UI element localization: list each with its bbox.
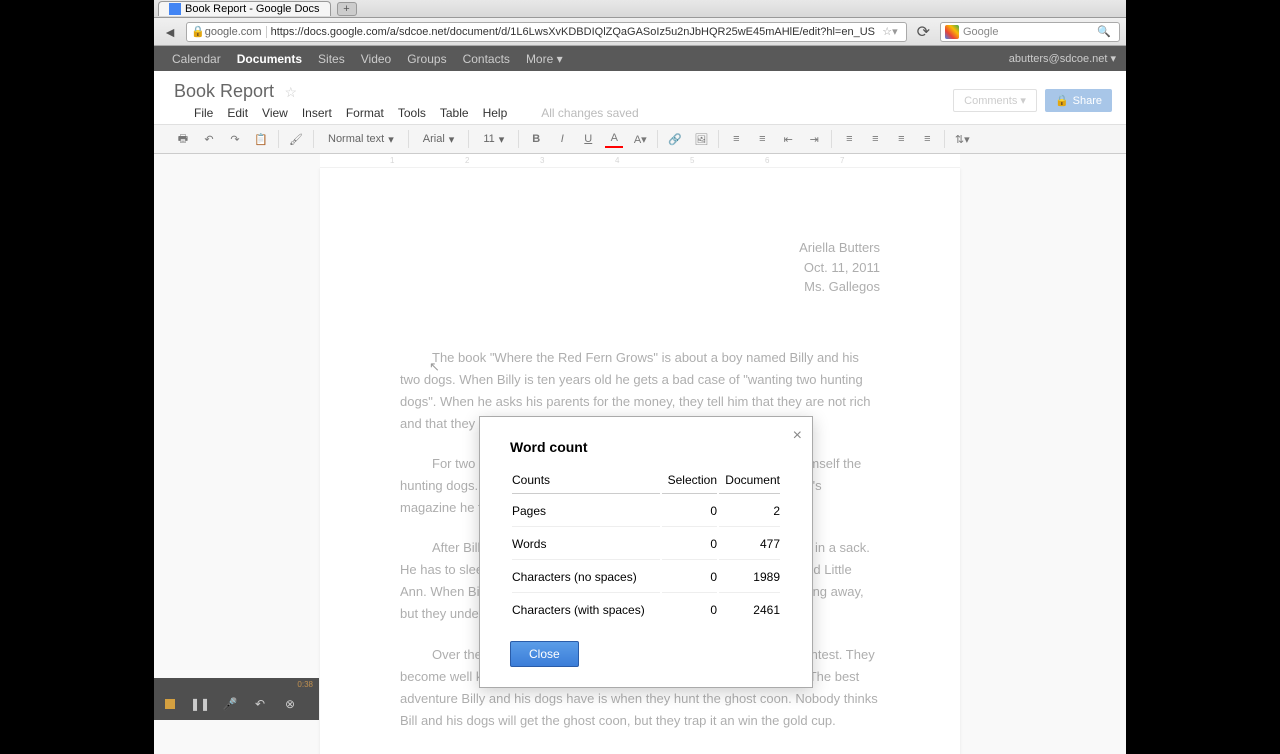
col-selection: Selection [662, 467, 717, 494]
recorder-time: 0:38 [297, 680, 313, 689]
browser-address-bar: ◄ 🔒 google.com https://docs.google.com/a… [154, 18, 1126, 46]
comments-button[interactable]: Comments ▾ [953, 89, 1037, 112]
menu-help[interactable]: Help [483, 106, 508, 120]
search-placeholder: Google [963, 26, 1097, 38]
line-spacing-icon[interactable]: ⇅▾ [953, 130, 971, 148]
indent-icon[interactable]: ⇥ [805, 130, 823, 148]
save-status: All changes saved [541, 106, 638, 120]
outdent-icon[interactable]: ⇤ [779, 130, 797, 148]
align-center-icon[interactable]: ≡ [866, 130, 884, 148]
gbar-more[interactable]: More ▾ [518, 52, 571, 66]
align-right-icon[interactable]: ≡ [892, 130, 910, 148]
gbar-contacts[interactable]: Contacts [455, 52, 518, 66]
col-counts: Counts [512, 467, 660, 494]
google-bar: Calendar Documents Sites Video Groups Co… [154, 46, 1126, 71]
table-row: Pages 0 2 [512, 496, 780, 527]
lock-icon: 🔒 [1055, 94, 1069, 107]
url-path: https://docs.google.com/a/sdcoe.net/docu… [271, 26, 879, 38]
browser-search-input[interactable]: Google 🔍 [940, 22, 1120, 42]
menu-edit[interactable]: Edit [227, 106, 248, 120]
menu-tools[interactable]: Tools [398, 106, 426, 120]
gbar-user-email[interactable]: abutters@sdcoe.net ▾ [1009, 52, 1116, 65]
print-icon[interactable]: 🖶 [174, 130, 192, 148]
tab-title: Book Report - Google Docs [185, 3, 320, 15]
pause-button[interactable]: ❚❚ [192, 696, 208, 712]
italic-icon[interactable]: I [553, 130, 571, 148]
gbar-video[interactable]: Video [353, 52, 399, 66]
menu-table[interactable]: Table [440, 106, 469, 120]
document-area: 1 2 3 4 5 6 7 Ariella Butters Oct. 11, 2… [154, 154, 1126, 754]
text-color-icon[interactable]: A [605, 130, 623, 148]
dialog-title: Word count [480, 417, 812, 465]
browser-tab-strip: Book Report - Google Docs + [154, 0, 1126, 18]
lock-icon: 🔒 [191, 25, 205, 38]
highlight-icon[interactable]: A▾ [631, 130, 649, 148]
document-title[interactable]: Book Report [174, 81, 274, 102]
word-count-dialog: × Word count Counts Selection Document P… [479, 416, 813, 688]
gbar-sites[interactable]: Sites [310, 52, 353, 66]
menu-format[interactable]: Format [346, 106, 384, 120]
menu-file[interactable]: File [194, 106, 213, 120]
font-dropdown[interactable]: Arial ▾ [417, 133, 461, 146]
link-icon[interactable]: 🔗 [666, 130, 684, 148]
screen-recorder-bar: 0:38 ❚❚ 🎤 ↶ ⊗ [154, 678, 319, 720]
docs-favicon [169, 3, 181, 15]
bold-icon[interactable]: B [527, 130, 545, 148]
star-icon[interactable]: ☆ [285, 84, 298, 100]
col-document: Document [719, 467, 780, 494]
gbar-groups[interactable]: Groups [399, 52, 454, 66]
clipboard-icon[interactable]: 📋 [252, 130, 270, 148]
font-size-dropdown[interactable]: 11 ▾ [477, 133, 510, 146]
bookmark-star-icon[interactable]: ☆▾ [882, 25, 897, 38]
close-icon[interactable]: × [793, 427, 802, 445]
url-input[interactable]: 🔒 google.com https://docs.google.com/a/s… [186, 22, 907, 42]
bulleted-list-icon[interactable]: ≡ [753, 130, 771, 148]
reload-button[interactable]: ⟳ [913, 22, 934, 42]
style-dropdown[interactable]: Normal text ▾ [322, 133, 400, 146]
align-left-icon[interactable]: ≡ [840, 130, 858, 148]
recorder-undo-icon[interactable]: ↶ [252, 696, 268, 712]
redo-icon[interactable]: ↷ [226, 130, 244, 148]
menu-insert[interactable]: Insert [302, 106, 332, 120]
search-icon: 🔍 [1097, 25, 1111, 38]
align-justify-icon[interactable]: ≡ [918, 130, 936, 148]
record-stop-button[interactable] [162, 696, 178, 712]
word-count-table: Counts Selection Document Pages 0 2 Word… [510, 465, 782, 627]
share-button[interactable]: 🔒Share [1045, 89, 1112, 112]
table-row: Characters (no spaces) 0 1989 [512, 562, 780, 593]
url-host: google.com [205, 26, 267, 38]
back-button[interactable]: ◄ [160, 22, 180, 42]
table-row: Words 0 477 [512, 529, 780, 560]
numbered-list-icon[interactable]: ≡ [727, 130, 745, 148]
toolbar: 🖶 ↶ ↷ 📋 🖌 Normal text ▾ Arial ▾ 11 ▾ B I… [154, 124, 1126, 154]
underline-icon[interactable]: U [579, 130, 597, 148]
docs-header: Book Report ☆ Comments ▾ 🔒Share File Edi… [154, 71, 1126, 124]
google-logo-icon [945, 25, 959, 39]
paint-format-icon[interactable]: 🖌 [287, 130, 305, 148]
gbar-calendar[interactable]: Calendar [164, 52, 229, 66]
recorder-close-icon[interactable]: ⊗ [282, 696, 298, 712]
browser-tab[interactable]: Book Report - Google Docs [158, 1, 331, 16]
image-icon[interactable]: 🖼 [692, 130, 710, 148]
gbar-documents[interactable]: Documents [229, 52, 310, 66]
undo-icon[interactable]: ↶ [200, 130, 218, 148]
new-tab-button[interactable]: + [337, 2, 357, 16]
mic-icon[interactable]: 🎤 [222, 696, 238, 712]
menu-view[interactable]: View [262, 106, 288, 120]
close-button[interactable]: Close [510, 641, 579, 667]
table-row: Characters (with spaces) 0 2461 [512, 595, 780, 625]
